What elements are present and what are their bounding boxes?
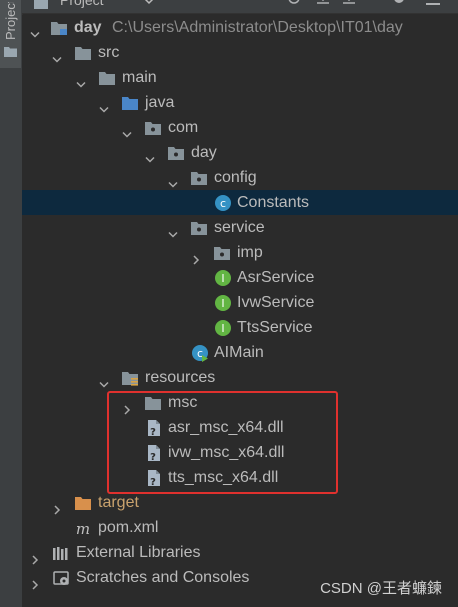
- tree-item-ttsservice[interactable]: I TtsService: [22, 315, 458, 340]
- tree-item-ivwservice[interactable]: I IvwService: [22, 290, 458, 315]
- tool-window-strip: Project: [0, 0, 23, 607]
- package-icon: [167, 144, 185, 162]
- tree-item-main[interactable]: main: [22, 65, 458, 90]
- chevron-down-icon[interactable]: [144, 0, 154, 12]
- tree-item-label: External Libraries: [76, 544, 201, 561]
- chevron-down-icon[interactable]: [52, 48, 62, 63]
- svg-text:I: I: [221, 272, 224, 285]
- tree-item-label: Scratches and Consoles: [76, 569, 250, 586]
- module-folder-icon: [50, 19, 68, 37]
- expand-all-icon[interactable]: [342, 0, 356, 12]
- package-icon: [190, 169, 208, 187]
- tree-item-label: TtsService: [237, 319, 313, 336]
- tree-item-label: java: [145, 94, 175, 111]
- package-icon: [190, 219, 208, 237]
- chevron-right-icon[interactable]: [52, 498, 62, 515]
- package-icon: [144, 119, 162, 137]
- chevron-right-icon[interactable]: [30, 573, 40, 590]
- chevron-right-icon[interactable]: [191, 248, 201, 265]
- chevron-down-icon[interactable]: [30, 23, 40, 38]
- gear-icon[interactable]: [392, 0, 406, 12]
- svg-text:I: I: [221, 322, 224, 335]
- library-icon: [52, 544, 70, 562]
- tree-item-com[interactable]: com: [22, 115, 458, 140]
- tree-item-label: IvwService: [237, 294, 315, 311]
- tree-item-config[interactable]: config: [22, 165, 458, 190]
- interface-icon: I: [214, 319, 232, 337]
- tree-item-label: com: [168, 119, 199, 136]
- watermark-text: CSDN @王者蠊鍊: [320, 580, 442, 597]
- tree-item-label: AIMain: [214, 344, 264, 361]
- project-tree: day C:\Users\Administrator\Desktop\IT01\…: [22, 15, 458, 607]
- tree-item-label: service: [214, 219, 265, 236]
- tree-item-project-day[interactable]: day C:\Users\Administrator\Desktop\IT01\…: [22, 15, 458, 40]
- project-path: C:\Users\Administrator\Desktop\IT01\day: [112, 19, 403, 36]
- folder-icon: [74, 44, 92, 62]
- excluded-folder-icon: [74, 494, 92, 512]
- package-icon: [213, 244, 231, 262]
- tree-item-label: AsrService: [237, 269, 315, 286]
- project-header-title[interactable]: Project: [60, 0, 104, 8]
- tree-item-constants[interactable]: c Constants: [22, 190, 458, 215]
- tree-item-label: src: [98, 44, 120, 61]
- tree-item-label: main: [122, 69, 157, 86]
- tree-item-label: imp: [237, 244, 263, 261]
- project-header-bar: Project: [22, 0, 458, 14]
- tree-item-src[interactable]: src: [22, 40, 458, 65]
- chevron-right-icon[interactable]: [30, 548, 40, 565]
- project-view-icon: [34, 0, 48, 13]
- tree-item-label: Constants: [237, 194, 310, 211]
- tree-item-aimain[interactable]: c AIMain: [22, 340, 458, 365]
- tree-item-java[interactable]: java: [22, 90, 458, 115]
- hide-icon[interactable]: [426, 0, 440, 13]
- interface-icon: I: [214, 269, 232, 287]
- svg-text:I: I: [221, 297, 224, 310]
- chevron-down-icon[interactable]: [99, 373, 109, 388]
- svg-text:c: c: [220, 197, 226, 210]
- interface-icon: I: [214, 294, 232, 312]
- folder-icon: [4, 44, 17, 62]
- annotation-highlight-box: [107, 391, 338, 494]
- tree-item-external-libraries[interactable]: External Libraries: [22, 540, 458, 565]
- locate-icon[interactable]: [286, 0, 302, 12]
- tree-item-imp[interactable]: imp: [22, 240, 458, 265]
- tree-item-label: resources: [145, 369, 216, 386]
- tree-item-package-day[interactable]: day: [22, 140, 458, 165]
- tree-item-label: pom.xml: [98, 519, 159, 536]
- folder-icon: [98, 69, 116, 87]
- tree-item-label: config: [214, 169, 257, 186]
- tree-item-service[interactable]: service: [22, 215, 458, 240]
- source-folder-icon: [121, 94, 139, 112]
- class-icon: c: [214, 194, 232, 212]
- chevron-down-icon[interactable]: [168, 223, 178, 238]
- svg-text:m: m: [76, 520, 90, 537]
- collapse-all-icon[interactable]: [316, 0, 330, 12]
- chevron-down-icon[interactable]: [122, 123, 132, 138]
- chevron-down-icon[interactable]: [76, 73, 86, 88]
- tree-item-resources[interactable]: resources: [22, 365, 458, 390]
- resources-folder-icon: [121, 369, 139, 387]
- scratches-icon: [52, 569, 70, 587]
- runnable-class-icon: c: [191, 344, 209, 362]
- project-name: day: [74, 19, 102, 36]
- chevron-down-icon[interactable]: [145, 148, 155, 163]
- project-tool-tab[interactable]: Project: [0, 0, 21, 68]
- maven-icon: m: [74, 519, 92, 538]
- tree-item-pom[interactable]: m pom.xml: [22, 515, 458, 540]
- tree-item-asrservice[interactable]: I AsrService: [22, 265, 458, 290]
- chevron-down-icon[interactable]: [99, 98, 109, 113]
- tree-item-label: day: [191, 144, 217, 161]
- chevron-down-icon[interactable]: [168, 173, 178, 188]
- project-tab-label: Project: [3, 2, 18, 40]
